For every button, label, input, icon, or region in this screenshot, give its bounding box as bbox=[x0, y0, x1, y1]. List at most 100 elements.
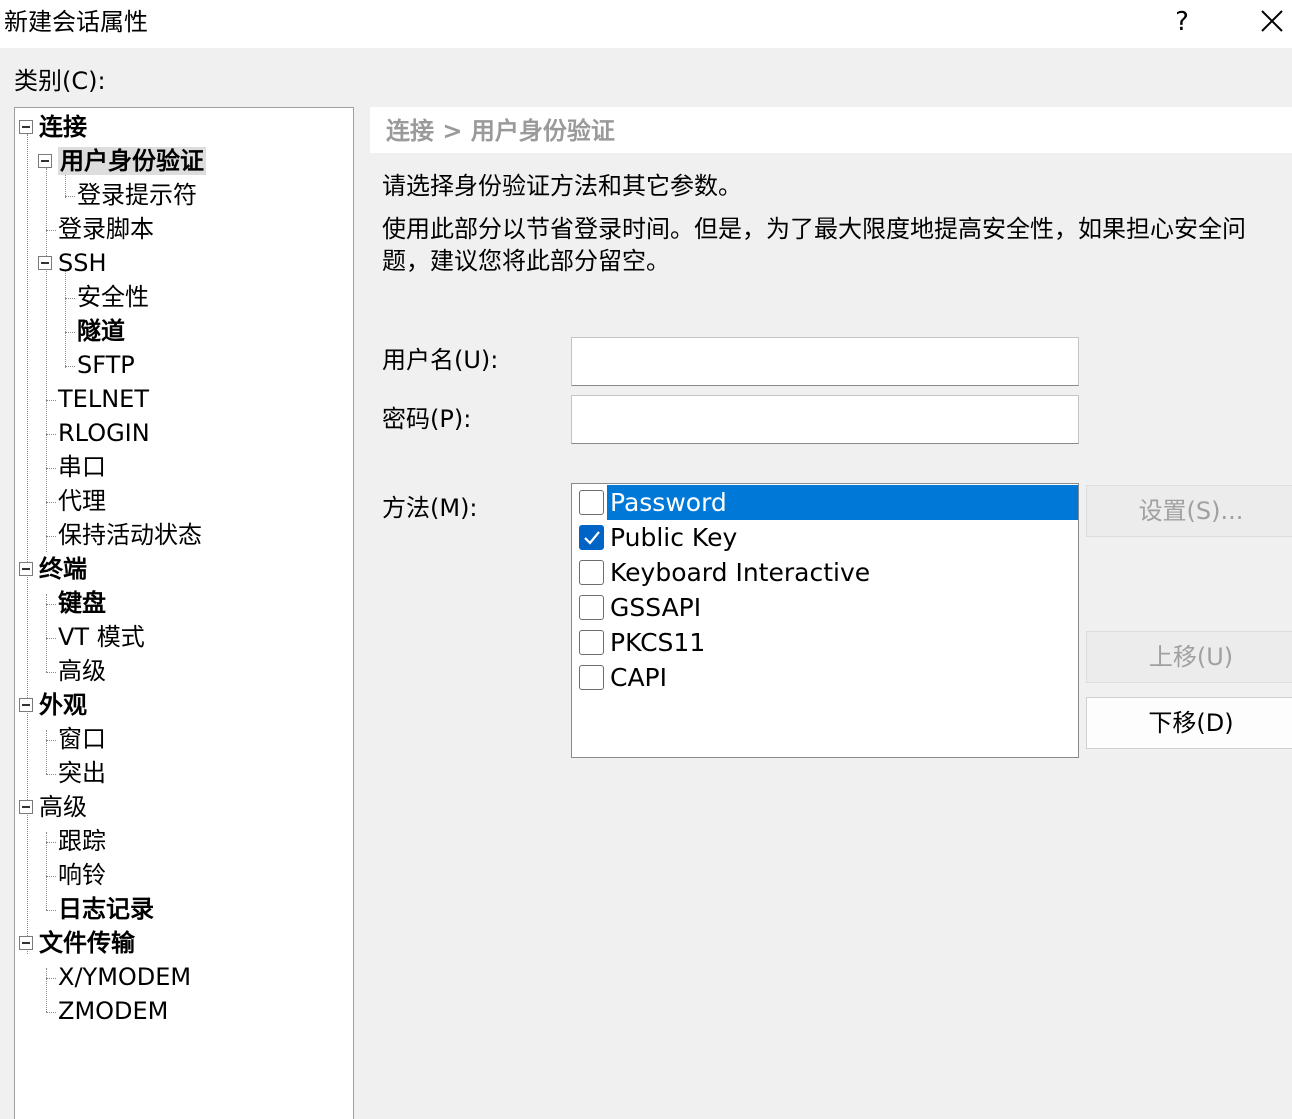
method-item[interactable]: Password bbox=[576, 485, 1078, 520]
tree-item-label: 代理 bbox=[58, 487, 106, 515]
tree-item[interactable]: 连接 bbox=[39, 111, 87, 143]
tree-item-label: 安全性 bbox=[77, 283, 149, 311]
tree-connector bbox=[46, 168, 47, 552]
tree-item[interactable]: VT 模式 bbox=[58, 621, 145, 653]
tree-item-label: SSH bbox=[58, 249, 107, 277]
tree-item[interactable]: 保持活动状态 bbox=[58, 519, 202, 551]
password-input[interactable] bbox=[571, 395, 1079, 444]
tree-connector bbox=[46, 978, 56, 979]
tree-item[interactable]: SFTP bbox=[77, 349, 135, 381]
tree-item[interactable]: 响铃 bbox=[58, 859, 106, 891]
collapse-icon[interactable] bbox=[19, 800, 33, 814]
tree-item-label: 串口 bbox=[58, 453, 106, 481]
method-label: Public Key bbox=[610, 523, 738, 552]
tree-item[interactable]: 隧道 bbox=[77, 315, 125, 347]
tree-item-label: 登录脚本 bbox=[58, 215, 154, 243]
tree-item-label: 连接 bbox=[39, 113, 87, 141]
method-checkbox[interactable] bbox=[579, 490, 604, 515]
tree-item-label: 外观 bbox=[39, 691, 87, 719]
method-item[interactable]: PKCS11 bbox=[576, 625, 1078, 660]
tree-item-label: 键盘 bbox=[58, 589, 106, 617]
method-checkbox[interactable] bbox=[579, 595, 604, 620]
method-item[interactable]: CAPI bbox=[576, 660, 1078, 695]
collapse-icon[interactable] bbox=[19, 562, 33, 576]
username-input[interactable] bbox=[571, 337, 1079, 386]
method-item[interactable]: Public Key bbox=[576, 520, 1078, 555]
tree-item[interactable]: ZMODEM bbox=[58, 995, 168, 1027]
tree-connector bbox=[46, 468, 56, 469]
category-label: 类别(C): bbox=[14, 67, 106, 95]
tree-item[interactable]: 高级 bbox=[58, 655, 106, 687]
note-text: 使用此部分以节省登录时间。但是，为了最大限度地提高安全性，如果担心安全问题，建议… bbox=[382, 215, 1246, 275]
tree-connector bbox=[46, 604, 56, 605]
tree-item-label: 突出 bbox=[58, 759, 106, 787]
collapse-icon[interactable] bbox=[38, 154, 52, 168]
close-icon bbox=[1261, 10, 1283, 32]
settings-button[interactable]: 设置(S)... bbox=[1086, 485, 1292, 537]
move-down-button[interactable]: 下移(D) bbox=[1086, 697, 1292, 749]
method-checkbox[interactable] bbox=[579, 560, 604, 585]
tree-item[interactable]: 终端 bbox=[39, 553, 87, 585]
tree-connector bbox=[46, 536, 56, 537]
close-button[interactable] bbox=[1254, 6, 1290, 38]
breadcrumb: 连接 > 用户身份验证 bbox=[386, 117, 615, 145]
method-item[interactable]: GSSAPI bbox=[576, 590, 1078, 625]
tree-item[interactable]: 登录提示符 bbox=[77, 179, 197, 211]
collapse-icon[interactable] bbox=[19, 120, 33, 134]
window-title: 新建会话属性 bbox=[4, 8, 148, 36]
collapse-icon[interactable] bbox=[38, 256, 52, 270]
username-label: 用户名(U): bbox=[382, 346, 499, 374]
tree-connector bbox=[65, 366, 75, 367]
move-up-button[interactable]: 上移(U) bbox=[1086, 631, 1292, 683]
method-list[interactable]: Password Public Key Keyboard Interactive GS… bbox=[571, 483, 1079, 758]
tree-connector bbox=[46, 910, 56, 911]
tree-item[interactable]: 串口 bbox=[58, 451, 106, 483]
tree-item[interactable]: 用户身份验证 bbox=[58, 145, 206, 177]
tree-item[interactable]: 登录脚本 bbox=[58, 213, 154, 245]
tree-item-label: RLOGIN bbox=[58, 419, 150, 447]
tree-item[interactable]: RLOGIN bbox=[58, 417, 150, 449]
tree-item[interactable]: X/YMODEM bbox=[58, 961, 191, 993]
checkmark-icon bbox=[584, 531, 600, 545]
tree-item[interactable]: 跟踪 bbox=[58, 825, 106, 857]
tree-item[interactable]: 代理 bbox=[58, 485, 106, 517]
password-label: 密码(P): bbox=[382, 405, 472, 433]
tree-item[interactable]: 文件传输 bbox=[39, 927, 135, 959]
tree-connector bbox=[46, 774, 56, 775]
tree-item[interactable]: SSH bbox=[58, 247, 107, 279]
collapse-icon[interactable] bbox=[19, 698, 33, 712]
tree-item[interactable]: 键盘 bbox=[58, 587, 106, 619]
title-bar: 新建会话属性 ? bbox=[0, 0, 1292, 48]
method-label: Password bbox=[607, 485, 1078, 520]
method-label: PKCS11 bbox=[610, 628, 706, 657]
tree-item[interactable]: 窗口 bbox=[58, 723, 106, 755]
method-label: 方法(M): bbox=[382, 494, 478, 522]
tree-item[interactable]: TELNET bbox=[58, 383, 149, 415]
method-item[interactable]: Keyboard Interactive bbox=[576, 555, 1078, 590]
tree-connector bbox=[65, 270, 66, 368]
tree-connector bbox=[65, 196, 75, 197]
tree-connector bbox=[46, 740, 56, 741]
tree-item[interactable]: 突出 bbox=[58, 757, 106, 789]
tree-item-label: 窗口 bbox=[58, 725, 106, 753]
tree-connector bbox=[46, 594, 47, 672]
tree-item-label: SFTP bbox=[77, 351, 135, 379]
tree-connector bbox=[46, 968, 47, 1012]
tree-item[interactable]: 安全性 bbox=[77, 281, 149, 313]
tree-item-label: 日志记录 bbox=[58, 895, 154, 923]
collapse-icon[interactable] bbox=[19, 936, 33, 950]
help-button[interactable]: ? bbox=[1162, 4, 1202, 40]
tree-connector bbox=[46, 1012, 56, 1013]
method-checkbox[interactable] bbox=[579, 665, 604, 690]
tree-item-label: VT 模式 bbox=[58, 623, 145, 651]
tree-connector bbox=[46, 672, 56, 673]
tree-item[interactable]: 高级 bbox=[39, 791, 87, 823]
tree-item-label: TELNET bbox=[58, 385, 149, 413]
method-checkbox[interactable] bbox=[579, 630, 604, 655]
tree-item-label: 终端 bbox=[39, 555, 87, 583]
tree-item[interactable]: 外观 bbox=[39, 689, 87, 721]
tree-item-label: 登录提示符 bbox=[77, 181, 197, 209]
tree-item[interactable]: 日志记录 bbox=[58, 893, 154, 925]
method-checkbox[interactable] bbox=[579, 525, 604, 550]
category-tree[interactable]: 连接用户身份验证登录提示符登录脚本 SSH 安全性隧道 SFTP TELNET RLOGI… bbox=[14, 107, 354, 1119]
